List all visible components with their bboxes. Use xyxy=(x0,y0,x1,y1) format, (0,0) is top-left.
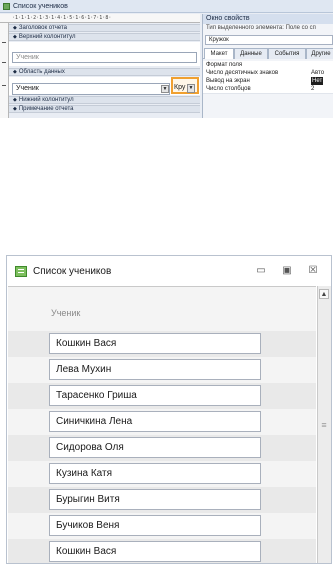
record-field[interactable]: Лева Мухин xyxy=(49,359,261,380)
vertical-ruler xyxy=(0,23,9,118)
design-window-title: Список учеников xyxy=(13,3,68,10)
report-design-window: Список учеников ·1·1·1·2·1·3·1·4·1·5·1·6… xyxy=(0,0,333,118)
selection-type-label: Тип выделенного элемента: Поле со сп xyxy=(206,25,316,31)
report-view-window: Список учеников ▭ ▣ ☒ Ученик Кошкин Вася… xyxy=(6,255,332,564)
report-window-title: Список учеников xyxy=(33,266,112,277)
ruler-marks: ·1·1·1·2·1·3·1·4·1·5·1·6·1·7·1·8· xyxy=(12,15,112,21)
band-collapse-icon: ◆ xyxy=(13,69,17,75)
record-field[interactable]: Тарасенко Гриша xyxy=(49,385,261,406)
band-report-footer[interactable]: ◆ Примечание отчета xyxy=(9,105,200,113)
report-window-titlebar[interactable]: Список учеников ▭ ▣ ☒ xyxy=(7,256,331,286)
property-value-selected[interactable]: Нет xyxy=(311,77,324,85)
selected-control-label: Кру xyxy=(174,84,186,91)
band-collapse-icon: ◆ xyxy=(13,106,17,112)
report-icon xyxy=(15,266,27,277)
tab-events[interactable]: События xyxy=(268,48,306,59)
ruler-tick xyxy=(2,85,6,86)
tab-layout[interactable]: Макет xyxy=(204,48,234,59)
design-window-titlebar[interactable]: Список учеников xyxy=(0,0,333,13)
record-field[interactable]: Сидорова Оля xyxy=(49,437,261,458)
column-label: Ученик xyxy=(51,308,81,318)
band-page-header[interactable]: ◆ Верхний колонтитул xyxy=(9,33,200,41)
property-sheet-title: Окно свойств xyxy=(203,14,333,24)
detail-combo-control[interactable]: Ученик xyxy=(12,83,170,95)
close-button[interactable]: ☒ xyxy=(305,264,321,278)
property-row[interactable]: Число столбцов 2 xyxy=(203,85,333,94)
record-field[interactable]: Кошкин Вася xyxy=(49,541,261,562)
band-collapse-icon: ◆ xyxy=(13,25,17,31)
record-field[interactable]: Кошкин Вася xyxy=(49,333,261,354)
band-page-footer[interactable]: ◆ Нижний колонтитул xyxy=(9,96,200,104)
ruler-tick xyxy=(2,62,6,63)
band-collapse-icon: ◆ xyxy=(13,34,17,40)
scroll-up-icon[interactable]: ▲ xyxy=(319,289,329,299)
combo-dropdown-icon[interactable]: ▼ xyxy=(161,85,169,93)
tab-data[interactable]: Данные xyxy=(234,48,268,59)
band-detail[interactable]: ◆ Область данных xyxy=(9,68,200,76)
selected-object-dropdown[interactable]: Кружок xyxy=(205,35,333,45)
band-report-header[interactable]: ◆ Заголовок отчета xyxy=(9,24,200,32)
property-tabs: Макет Данные События Другие xyxy=(203,48,333,59)
property-sheet: Окно свойств Тип выделенного элемента: П… xyxy=(202,14,333,118)
band-collapse-icon: ◆ xyxy=(13,97,17,103)
report-icon xyxy=(3,3,10,10)
page-header-section: Ученик xyxy=(9,42,200,66)
tab-other[interactable]: Другие xyxy=(306,48,333,59)
header-label-control[interactable]: Ученик xyxy=(12,52,197,63)
record-field[interactable]: Кузина Катя xyxy=(49,463,261,484)
ruler-tick xyxy=(2,42,6,43)
record-field[interactable]: Синичкина Лена xyxy=(49,411,261,432)
report-body: Ученик Кошкин Вася Лева Мухин Тарасенко … xyxy=(8,286,316,563)
record-field[interactable]: Бурыгин Витя xyxy=(49,489,261,510)
minimize-button[interactable]: ▭ xyxy=(253,264,269,278)
scroll-grip-icon[interactable]: ≡ xyxy=(319,420,329,430)
record-field[interactable]: Бучиков Веня xyxy=(49,515,261,536)
selected-dropdown-icon[interactable]: ▼ xyxy=(187,84,195,93)
maximize-button[interactable]: ▣ xyxy=(279,264,295,278)
